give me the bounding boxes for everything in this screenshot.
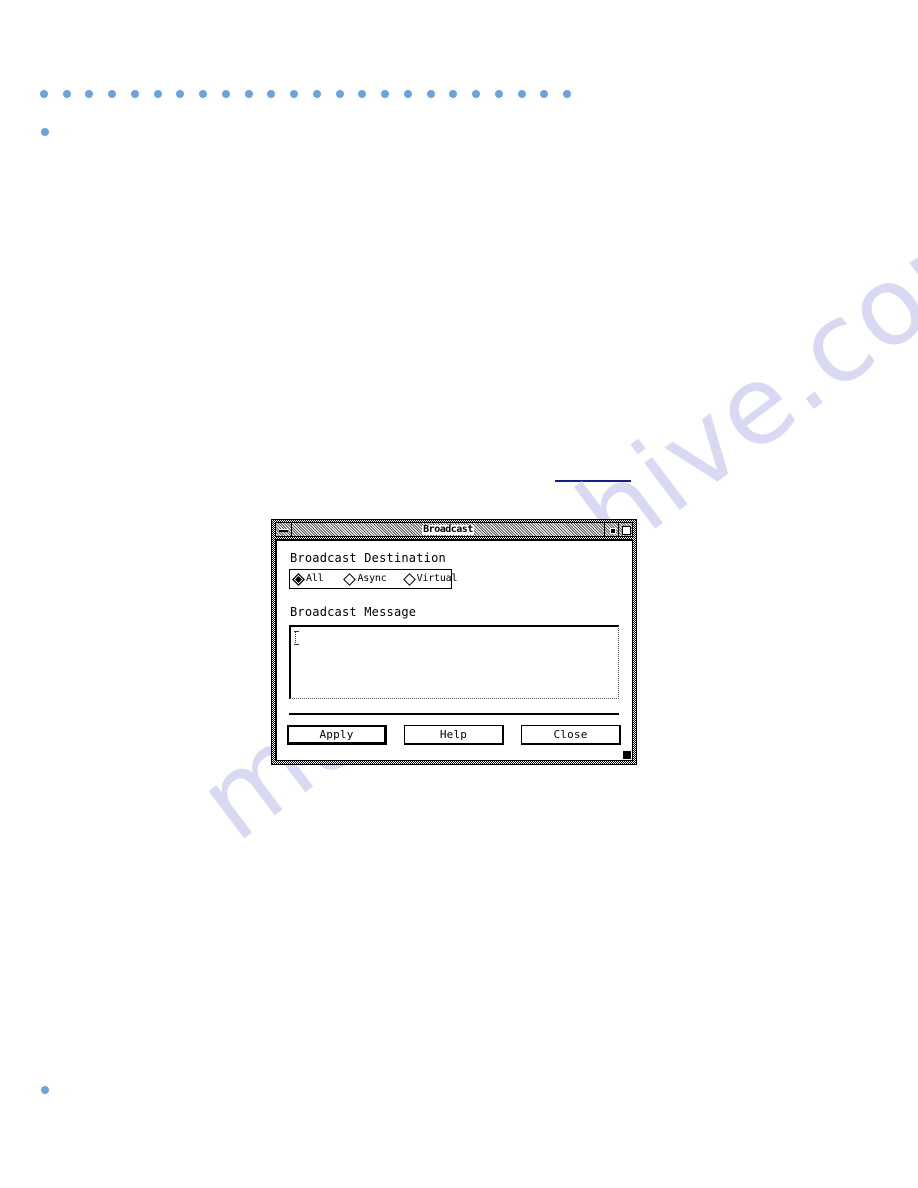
button-separator	[289, 713, 619, 715]
decorative-dot	[358, 90, 366, 98]
radio-label-virtual: Virtual	[416, 573, 458, 584]
radio-label-all: All	[306, 573, 324, 584]
decorative-dot	[518, 90, 526, 98]
decorative-dot	[199, 90, 207, 98]
window-menu-icon[interactable]	[276, 523, 292, 536]
radio-diamond-icon[interactable]	[292, 572, 305, 586]
destination-label: Broadcast Destination	[290, 551, 446, 565]
radio-option-async[interactable]: Async	[341, 570, 390, 588]
dialog-button-row: Apply Help Close	[287, 725, 621, 745]
message-label: Broadcast Message	[290, 605, 417, 619]
decorative-dot	[245, 90, 253, 98]
decorative-dot-upper-left	[41, 128, 49, 136]
decorative-dot	[176, 90, 184, 98]
window-title-text: Broadcast	[422, 523, 474, 535]
close-button[interactable]: Close	[521, 725, 621, 745]
window-title: Broadcast	[292, 523, 604, 536]
decorative-dot	[290, 90, 298, 98]
decorative-dot-lower-left	[41, 1086, 49, 1094]
broadcast-dialog-window[interactable]: Broadcast Broadcast Destination All Asyn…	[271, 519, 637, 765]
decorative-dot	[131, 90, 139, 98]
title-bar-drag-area[interactable]: Broadcast	[292, 523, 604, 536]
decorative-dot	[40, 90, 48, 98]
minimize-icon[interactable]	[604, 523, 618, 536]
message-input[interactable]	[289, 625, 619, 699]
radio-option-all[interactable]: All	[290, 570, 327, 588]
decorative-dot	[449, 90, 457, 98]
apply-button[interactable]: Apply	[287, 725, 387, 745]
maximize-icon[interactable]	[618, 523, 632, 536]
dialog-client-area: Broadcast Destination All Async Virtual …	[275, 539, 633, 761]
decorative-dot	[404, 90, 412, 98]
radio-diamond-icon[interactable]	[343, 572, 357, 586]
decorative-dot	[267, 90, 275, 98]
decorative-dot	[154, 90, 162, 98]
decorative-dot	[222, 90, 230, 98]
help-button[interactable]: Help	[404, 725, 504, 745]
decorative-dot	[336, 90, 344, 98]
radio-option-virtual[interactable]: Virtual	[401, 570, 462, 588]
resize-corner-icon[interactable]	[623, 751, 631, 759]
decorative-dot	[108, 90, 116, 98]
page-rule	[555, 480, 631, 482]
decorative-dot	[427, 90, 435, 98]
decorative-dot	[540, 90, 548, 98]
decorative-dot	[63, 90, 71, 98]
destination-radio-group[interactable]: All Async Virtual	[289, 569, 458, 589]
decorative-dot	[563, 90, 571, 98]
title-bar[interactable]: Broadcast	[275, 522, 633, 537]
decorative-dot	[85, 90, 93, 98]
decorative-dot-row	[40, 90, 571, 100]
decorative-dot	[495, 90, 503, 98]
radio-label-async: Async	[357, 573, 387, 584]
text-caret-icon	[294, 631, 301, 645]
radio-diamond-icon[interactable]	[402, 572, 416, 586]
decorative-dot	[472, 90, 480, 98]
decorative-dot	[313, 90, 321, 98]
decorative-dot	[381, 90, 389, 98]
